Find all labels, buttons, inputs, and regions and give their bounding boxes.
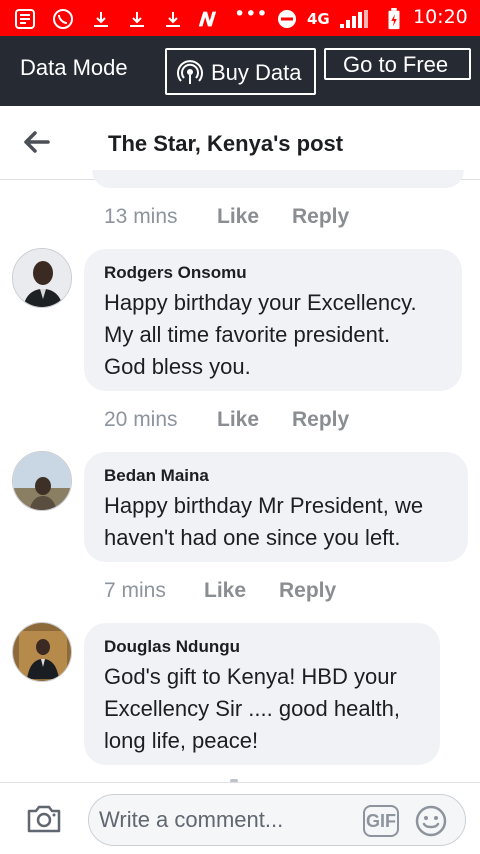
download-notice-icon: [94, 12, 108, 27]
reply-button[interactable]: Reply: [279, 579, 336, 603]
comment-line: Happy birthday Mr President, we: [104, 493, 424, 518]
post-header: The Star, Kenya's post: [0, 106, 480, 180]
clock: 10:20: [413, 6, 468, 28]
avatar[interactable]: [12, 622, 72, 682]
buy-data-label: Buy Data: [211, 60, 302, 85]
comment-bubble: Bedan Maina Happy birthday Mr President,…: [84, 452, 468, 562]
like-button[interactable]: Like: [217, 205, 259, 229]
status-bar: ••• 4G 10:20: [0, 0, 480, 36]
news-app-icon: [198, 11, 217, 27]
back-arrow-icon[interactable]: [22, 130, 50, 154]
comment-line: haven't had one since you left.: [104, 525, 401, 550]
comment-text: Happy birthday your Excellency. My all t…: [104, 287, 417, 383]
user-photo-icon: [13, 249, 71, 307]
comment-bubble: Rodgers Onsomu Happy birthday your Excel…: [84, 249, 462, 391]
signal-icon: [340, 10, 368, 28]
download-notice-icon-2: [130, 12, 144, 27]
go-to-free-label: Go to Free: [343, 52, 449, 77]
comment-composer: Write a comment... GIF: [0, 782, 480, 854]
smiley-icon[interactable]: [415, 805, 447, 837]
avatar[interactable]: [12, 248, 72, 308]
do-not-disturb-icon: [278, 10, 296, 28]
data-mode-label: Data Mode: [20, 55, 128, 80]
network-type: 4G: [307, 10, 330, 28]
notification-app-icon: [15, 9, 35, 29]
comment-line: long life, peace!: [104, 728, 259, 753]
comment-time: 13 mins: [104, 205, 178, 228]
buy-data-button[interactable]: Buy Data: [165, 48, 316, 95]
comment-time: 20 mins: [104, 408, 178, 431]
like-button[interactable]: Like: [217, 408, 259, 432]
broadcast-icon: [177, 60, 203, 84]
comment-author[interactable]: Rodgers Onsomu: [104, 263, 247, 283]
comment-text: Happy birthday Mr President, we haven't …: [104, 490, 423, 554]
user-photo-icon: [13, 623, 71, 681]
comment-line: God bless you.: [104, 354, 251, 379]
page-title: The Star, Kenya's post: [108, 131, 344, 156]
comment-input[interactable]: Write a comment... GIF: [88, 794, 466, 846]
reply-button[interactable]: Reply: [292, 205, 349, 229]
like-button[interactable]: Like: [204, 579, 246, 603]
comment-bubble-partial: [92, 170, 464, 188]
comment-line: My all time favorite president.: [104, 322, 391, 347]
reply-button[interactable]: Reply: [292, 408, 349, 432]
comment-author[interactable]: Douglas Ndungu: [104, 637, 240, 657]
comment-author[interactable]: Bedan Maina: [104, 466, 209, 486]
avatar[interactable]: [12, 451, 72, 511]
more-notifications-icon: •••: [234, 3, 268, 25]
go-to-free-button[interactable]: Go to Free: [324, 48, 471, 80]
comment-placeholder: Write a comment...: [99, 807, 284, 832]
user-photo-icon: [13, 452, 71, 510]
comment-bubble: Douglas Ndungu God's gift to Kenya! HBD …: [84, 623, 440, 765]
comment-line: Excellency Sir .... good health,: [104, 696, 400, 721]
gif-icon[interactable]: GIF: [363, 805, 399, 837]
whatsapp-icon: [53, 9, 73, 29]
comment-line: Happy birthday your Excellency.: [104, 290, 417, 315]
comment-time: 7 mins: [104, 579, 166, 602]
battery-icon: [388, 8, 400, 30]
camera-icon[interactable]: [26, 803, 62, 835]
download-notice-icon-3: [166, 12, 180, 27]
comment-text: God's gift to Kenya! HBD your Excellency…: [104, 661, 400, 757]
comment-line: God's gift to Kenya! HBD your: [104, 664, 397, 689]
